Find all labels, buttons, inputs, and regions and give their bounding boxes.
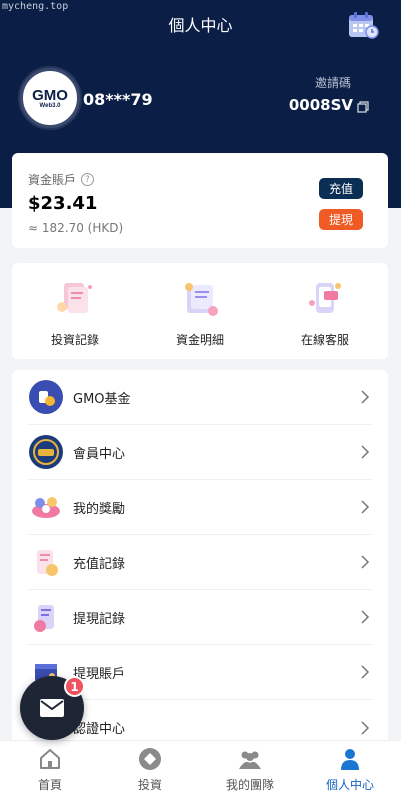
avatar-sub: Web3.0 [39,102,61,109]
copy-icon[interactable] [357,99,369,113]
menu-item-label: 提現記錄 [73,611,126,627]
menu-item-recharge-record[interactable]: 充值記錄 [28,535,372,590]
tab-invest[interactable]: 投資 [100,747,200,793]
balance-amount: $23.41 [28,193,98,214]
gmo-fund-icon [29,380,63,414]
tab-profile[interactable]: 個人中心 [300,747,400,793]
withdraw-button[interactable]: 提現 [319,209,363,230]
menu-item-label: GMO基金 [73,391,131,407]
menu-item-label: 我的獎勵 [73,501,126,517]
team-icon [239,751,261,769]
menu-item-withdraw-record[interactable]: 提現記錄 [28,590,372,645]
online-service-icon [309,283,341,313]
balance-hkd: ≈ 182.70 (HKD) [28,221,124,235]
chevron-right-icon [361,390,370,404]
chevron-right-icon [361,665,370,679]
vip-icon [29,435,63,469]
tab-profile-label: 個人中心 [325,778,374,792]
tab-team-label: 我的團隊 [225,778,274,792]
menu-item-label: 會員中心 [73,446,126,462]
message-count-badge: 1 [64,676,85,697]
quick-online-service-label: 在線客服 [300,333,349,347]
balance-card: 資金賬戶 ? $23.41 ≈ 182.70 (HKD) 充值 提現 [12,153,388,248]
home-icon [40,749,60,769]
invite-code[interactable]: 0008SV [289,96,369,114]
quick-invest-record-label: 投資記錄 [50,333,99,347]
chevron-right-icon [361,610,370,624]
person-icon [341,749,359,770]
menu-item-vip[interactable]: 會員中心 [28,425,372,480]
username: 08***79 [83,90,153,109]
help-icon[interactable]: ? [81,173,95,186]
watermark: mycheng.top [2,1,69,12]
chevron-right-icon [361,555,370,569]
quick-actions-card: 投資記錄 資金明細 在線客服 [12,263,388,359]
chevron-right-icon [361,445,370,459]
page-title: 個人中心 [168,16,233,35]
invite-label: 邀請碼 [314,76,351,90]
tab-home-label: 首頁 [37,778,62,792]
quick-fund-detail[interactable]: 資金明細 [145,277,255,348]
invite-code-value: 0008SV [288,96,353,114]
tab-home[interactable]: 首頁 [0,747,100,793]
menu-item-label: 提現賬戶 [73,666,126,682]
menu-item-label: 認證中心 [73,722,126,737]
avatar[interactable]: GMO Web3.0 [20,68,80,128]
tab-bar: 首頁 投資 我的團隊 個人中心 [0,740,401,797]
menu-item-gmo-fund[interactable]: GMO基金 [28,370,372,425]
quick-fund-detail-label: 資金明細 [175,333,224,347]
balance-label-row: 資金賬戶 ? [28,171,95,188]
chevron-right-icon [361,500,370,514]
avatar-logo: GMO [32,86,68,104]
quick-invest-record[interactable]: 投資記錄 [20,277,130,348]
withdraw-record-icon [34,605,54,632]
fund-detail-icon [185,283,218,316]
quick-online-service[interactable]: 在線客服 [270,277,380,348]
reward-icon [32,497,60,518]
mail-icon [40,699,64,717]
tab-invest-label: 投資 [137,778,162,792]
recharge-button[interactable]: 充值 [319,178,363,199]
tab-team[interactable]: 我的團隊 [200,747,300,793]
menu-item-label: 充值記錄 [73,556,126,572]
calendar-icon[interactable] [347,11,379,39]
invest-record-icon [57,283,92,313]
menu-item-reward[interactable]: 我的獎勵 [28,480,372,535]
balance-label: 資金賬戶 [28,173,77,187]
invest-icon [139,748,161,770]
recharge-record-icon [37,550,58,576]
chevron-right-icon [361,720,370,735]
